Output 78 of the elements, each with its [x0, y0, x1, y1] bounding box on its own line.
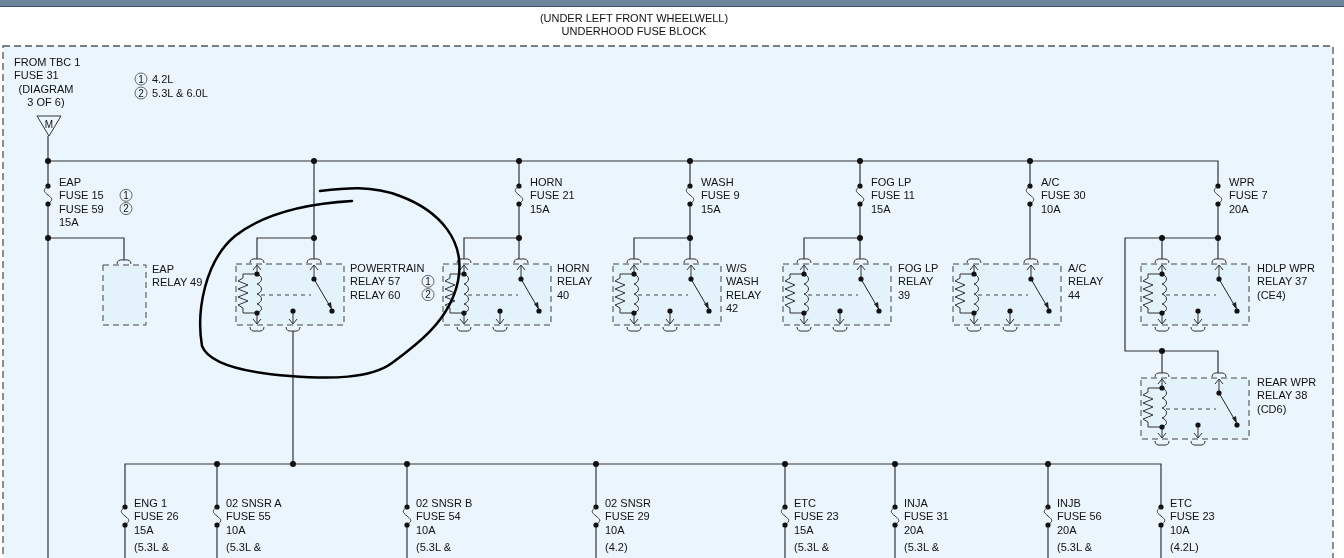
fuse-note: (5.3L &	[1057, 541, 1093, 553]
fuse-label: HORN FUSE 21 15A	[530, 176, 575, 215]
fuse-icon	[1156, 504, 1166, 528]
circled-number: 2	[134, 86, 148, 100]
legend-text: 4.2L	[152, 73, 174, 85]
fuse-icon	[1025, 183, 1035, 207]
junction-dot	[687, 235, 693, 241]
fuse-icon	[212, 504, 222, 528]
circled-number: 2	[119, 202, 133, 215]
junction-dot	[516, 158, 522, 164]
junction-dot	[1159, 348, 1165, 354]
fuse-label: A/C FUSE 30 10A	[1041, 176, 1086, 215]
fuse-icon	[514, 183, 524, 207]
junction-dot	[311, 235, 317, 241]
diagram-title: UNDERHOOD FUSE BLOCK	[561, 25, 707, 38]
fuse-icon	[591, 504, 601, 528]
circled-number: 1	[134, 72, 148, 86]
fuse-note: (5.3L &	[904, 541, 940, 553]
fuse-note: (4.2L)	[1170, 541, 1199, 553]
fuse-note: (4.2)	[605, 541, 628, 553]
fuse-icon	[1213, 183, 1223, 207]
fuse-label: 02 SNSR A FUSE 55 10A	[226, 497, 282, 536]
fuse-label: ETC FUSE 23 15A	[794, 497, 839, 536]
fuse-label: INJA FUSE 31 20A	[904, 497, 949, 536]
junction-dot	[404, 461, 410, 467]
junction-dot	[1215, 235, 1221, 241]
fuse-icon	[855, 183, 865, 207]
fuse-icon	[780, 504, 790, 528]
fuse-label: ENG 1 FUSE 26 15A	[134, 497, 179, 536]
fuse-label: INJB FUSE 56 20A	[1057, 497, 1102, 536]
junction-dot	[214, 461, 220, 467]
fuse-label: WPR FUSE 7 20A	[1229, 176, 1268, 215]
fuse-label: FOG LP FUSE 11 15A	[871, 176, 915, 215]
connector-icon: M	[36, 115, 62, 137]
fuse-note: (5.3L &	[794, 541, 830, 553]
fuse-label: EAP FUSE 15 FUSE 59 15A	[59, 176, 104, 228]
relay-drawing	[102, 259, 147, 326]
source-label: (DIAGRAM 3 OF 6)	[18, 83, 74, 109]
junction-dot	[45, 235, 51, 241]
fuse-note: (5.3L &	[226, 541, 262, 553]
junction-dot	[516, 235, 522, 241]
junction-dot	[1159, 235, 1165, 241]
relay-label: REAR WPR RELAY 38 (CD6)	[1257, 376, 1317, 415]
junction-dot	[45, 158, 51, 164]
fuse-icon	[120, 504, 130, 528]
fuse-label: WASH FUSE 9 15A	[701, 176, 740, 215]
fuse-icon	[1043, 504, 1053, 528]
junction-dot	[290, 461, 296, 467]
fuse-icon	[890, 504, 900, 528]
fuse-label: 02 SNSR B FUSE 54 10A	[416, 497, 473, 536]
source-label: FROM TBC 1 FUSE 31	[14, 56, 81, 82]
junction-dot	[857, 235, 863, 241]
junction-dot	[1027, 158, 1033, 164]
fuse-label: 02 SNSR FUSE 29 10A	[605, 497, 651, 536]
relay-label: A/C RELAY 44	[1068, 262, 1104, 301]
relay-label: W/S WASH RELAY 42	[726, 262, 762, 314]
junction-dot	[782, 461, 788, 467]
relay-label: EAP RELAY 49	[152, 263, 203, 289]
relay-label: HORN RELAY 40	[557, 262, 593, 301]
relay-label: FOG LP RELAY 39	[898, 262, 939, 301]
junction-dot	[1045, 461, 1051, 467]
junction-dot	[311, 158, 317, 164]
fuse-note: (5.3L &	[134, 541, 170, 553]
fuse-icon	[43, 183, 53, 207]
fuse-icon	[685, 183, 695, 207]
junction-dot	[687, 158, 693, 164]
junction-dot	[857, 158, 863, 164]
circled-number: 2	[421, 288, 435, 301]
circled-number: 1	[421, 274, 435, 288]
fuse-label: ETC FUSE 23 10A	[1170, 497, 1215, 536]
relay-label: HDLP WPR RELAY 37 (CE4)	[1257, 262, 1315, 301]
junction-dot	[593, 461, 599, 467]
fuse-icon	[402, 504, 412, 528]
circled-number: 1	[119, 188, 133, 202]
junction-dot	[892, 461, 898, 467]
diagram-title: (UNDER LEFT FRONT WHEELWELL)	[539, 12, 729, 25]
fuse-note: (5.3L &	[416, 541, 452, 553]
legend-text: 5.3L & 6.0L	[152, 87, 208, 99]
